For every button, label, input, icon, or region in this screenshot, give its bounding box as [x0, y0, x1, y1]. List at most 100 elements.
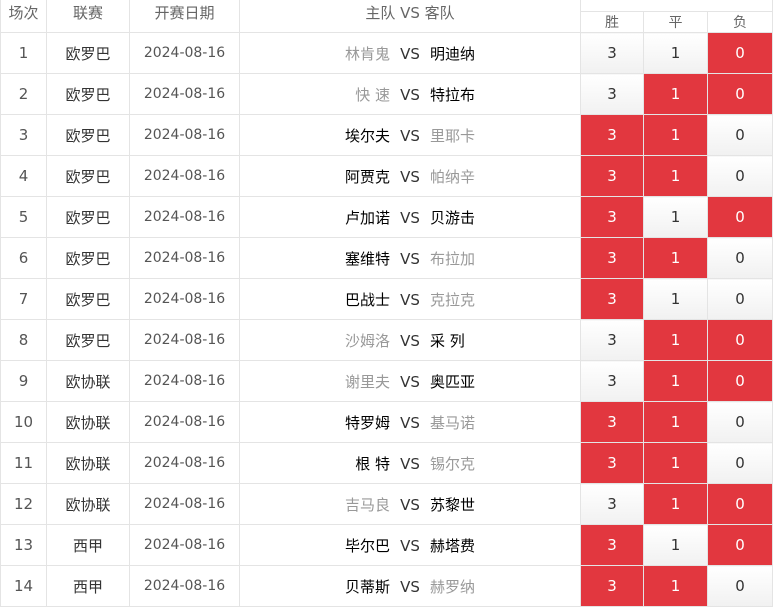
- vs-label: VS: [400, 495, 420, 514]
- option-draw-button[interactable]: 1: [643, 319, 708, 361]
- option-draw-button[interactable]: 1: [643, 278, 708, 320]
- match-date: 2024-08-16: [129, 114, 240, 156]
- option-draw-button[interactable]: 1: [643, 32, 708, 74]
- option-lose-button[interactable]: 0: [706, 401, 773, 443]
- option-lose-button[interactable]: 0: [706, 32, 773, 74]
- league-name: 欧罗巴: [46, 114, 130, 156]
- home-team: 塞维特: [344, 249, 390, 268]
- table-row: 6 欧罗巴 2024-08-16 塞维特 VS 布拉加 3 1 0: [0, 237, 773, 279]
- league-name: 欧罗巴: [46, 196, 130, 238]
- option-lose-button[interactable]: 0: [706, 524, 773, 566]
- away-team: 特拉布: [430, 85, 476, 104]
- option-draw-button[interactable]: 1: [643, 524, 708, 566]
- vs-label: VS: [400, 208, 420, 227]
- option-draw-button[interactable]: 1: [643, 196, 708, 238]
- match-number: 9: [0, 360, 47, 402]
- match-date: 2024-08-16: [129, 237, 240, 279]
- home-team: 林肯鬼: [344, 44, 390, 63]
- league-name: 欧协联: [46, 360, 130, 402]
- home-team: 贝蒂斯: [344, 577, 390, 596]
- match-date: 2024-08-16: [129, 483, 240, 525]
- table-row: 13 西甲 2024-08-16 毕尔巴 VS 赫塔费 3 1 0: [0, 524, 773, 566]
- match-teams: 塞维特 VS 布拉加: [239, 237, 581, 279]
- option-lose-button[interactable]: 0: [706, 319, 773, 361]
- option-win-button[interactable]: 3: [580, 114, 644, 156]
- option-win-button[interactable]: 3: [580, 565, 644, 607]
- home-team: 巴战士: [344, 290, 390, 309]
- match-teams: 贝蒂斯 VS 赫罗纳: [239, 565, 581, 607]
- option-win-button[interactable]: 3: [580, 196, 644, 238]
- option-win-button[interactable]: 3: [580, 319, 644, 361]
- league-name: 西甲: [46, 565, 130, 607]
- vs-label: VS: [400, 536, 420, 555]
- table-row: 10 欧协联 2024-08-16 特罗姆 VS 基马诺 3 1 0: [0, 401, 773, 443]
- match-date: 2024-08-16: [129, 32, 240, 74]
- match-number: 8: [0, 319, 47, 361]
- vs-label: VS: [400, 577, 420, 596]
- option-win-button[interactable]: 3: [580, 360, 644, 402]
- table-row: 3 欧罗巴 2024-08-16 埃尔夫 VS 里耶卡 3 1 0: [0, 114, 773, 156]
- option-win-button[interactable]: 3: [580, 155, 644, 197]
- home-team: 埃尔夫: [344, 126, 390, 145]
- option-lose-button[interactable]: 0: [706, 483, 773, 525]
- option-draw-button[interactable]: 1: [643, 401, 708, 443]
- away-team: 贝游击: [430, 208, 476, 227]
- option-lose-button[interactable]: 0: [706, 155, 773, 197]
- league-name: 欧罗巴: [46, 319, 130, 361]
- table-row: 5 欧罗巴 2024-08-16 卢加诺 VS 贝游击 3 1 0: [0, 196, 773, 238]
- away-team: 基马诺: [430, 413, 476, 432]
- match-number: 4: [0, 155, 47, 197]
- vs-label: VS: [400, 167, 420, 186]
- away-team: 帕纳辛: [430, 167, 476, 186]
- option-win-button[interactable]: 3: [580, 483, 644, 525]
- header-no: 场次: [0, 0, 47, 33]
- match-teams: 吉马良 VS 苏黎世: [239, 483, 581, 525]
- option-draw-button[interactable]: 1: [643, 483, 708, 525]
- option-draw-button[interactable]: 1: [643, 155, 708, 197]
- header-league: 联赛: [46, 0, 130, 33]
- option-win-button[interactable]: 3: [580, 442, 644, 484]
- match-teams: 毕尔巴 VS 赫塔费: [239, 524, 581, 566]
- option-win-button[interactable]: 3: [580, 278, 644, 320]
- league-name: 西甲: [46, 524, 130, 566]
- option-draw-button[interactable]: 1: [643, 114, 708, 156]
- option-draw-button[interactable]: 1: [643, 237, 708, 279]
- option-draw-button[interactable]: 1: [643, 565, 708, 607]
- vs-label: VS: [400, 372, 420, 391]
- match-teams: 沙姆洛 VS 采 列: [239, 319, 581, 361]
- option-lose-button[interactable]: 0: [706, 278, 773, 320]
- option-lose-button[interactable]: 0: [706, 442, 773, 484]
- option-win-button[interactable]: 3: [580, 73, 644, 115]
- option-lose-button[interactable]: 0: [706, 360, 773, 402]
- option-lose-button[interactable]: 0: [706, 73, 773, 115]
- away-team: 苏黎世: [430, 495, 476, 514]
- match-date: 2024-08-16: [129, 442, 240, 484]
- option-win-button[interactable]: 3: [580, 524, 644, 566]
- away-team: 奥匹亚: [430, 372, 476, 391]
- vs-label: VS: [400, 44, 420, 63]
- option-win-button[interactable]: 3: [580, 401, 644, 443]
- option-draw-button[interactable]: 1: [643, 360, 708, 402]
- vs-label: VS: [400, 331, 420, 350]
- match-teams: 巴战士 VS 克拉克: [239, 278, 581, 320]
- table-row: 2 欧罗巴 2024-08-16 快 速 VS 特拉布 3 1 0: [0, 73, 773, 115]
- option-win-button[interactable]: 3: [580, 237, 644, 279]
- match-date: 2024-08-16: [129, 196, 240, 238]
- table-row: 11 欧协联 2024-08-16 根 特 VS 锡尔克 3 1 0: [0, 442, 773, 484]
- header-draw: 平: [643, 11, 708, 33]
- option-lose-button[interactable]: 0: [706, 237, 773, 279]
- home-team: 谢里夫: [344, 372, 390, 391]
- option-win-button[interactable]: 3: [580, 32, 644, 74]
- option-draw-button[interactable]: 1: [643, 73, 708, 115]
- option-lose-button[interactable]: 0: [706, 565, 773, 607]
- match-teams: 根 特 VS 锡尔克: [239, 442, 581, 484]
- option-lose-button[interactable]: 0: [706, 114, 773, 156]
- away-team: 赫罗纳: [430, 577, 476, 596]
- home-team: 特罗姆: [344, 413, 390, 432]
- vs-label: VS: [400, 413, 420, 432]
- home-team: 卢加诺: [344, 208, 390, 227]
- option-draw-button[interactable]: 1: [643, 442, 708, 484]
- match-number: 11: [0, 442, 47, 484]
- match-teams: 阿贾克 VS 帕纳辛: [239, 155, 581, 197]
- option-lose-button[interactable]: 0: [706, 196, 773, 238]
